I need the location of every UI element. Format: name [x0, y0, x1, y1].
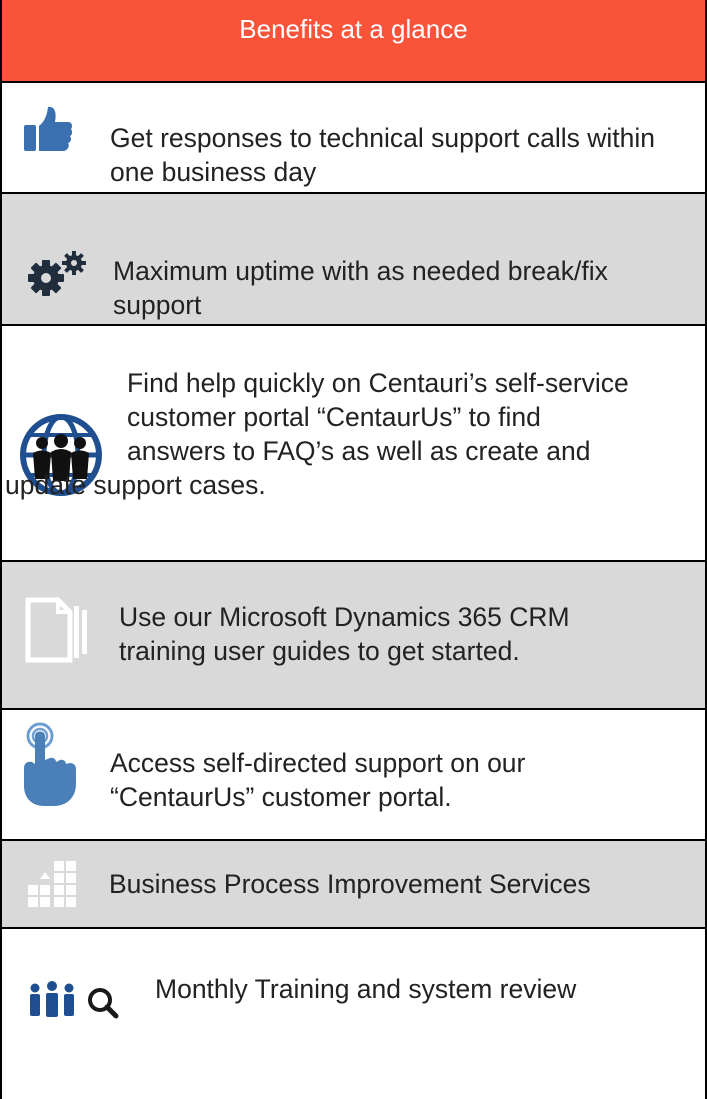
benefit-row-response-time: Get responses to technical support calls… [2, 83, 705, 194]
benefit-text-line: update support cases. [5, 470, 266, 500]
benefit-text-line: Use our Microsoft Dynamics 365 CRM [119, 602, 570, 632]
gears-icon [24, 250, 92, 298]
benefits-table: Benefits at a glance Get responses to te… [0, 0, 707, 1099]
benefit-row-user-guides: Use our Microsoft Dynamics 365 CRM train… [2, 562, 705, 710]
benefit-text-line: Business Process Improvement Services [109, 869, 591, 899]
benefit-text-line: customer portal “CentaurUs” to find [127, 402, 541, 432]
benefit-text-line: answers to FAQ’s as well as create and [127, 436, 591, 466]
documents-icon [24, 596, 92, 664]
benefits-header: Benefits at a glance [2, 0, 705, 83]
benefit-text-line: training user guides to get started. [119, 636, 520, 666]
benefit-row-customer-portal: Find help quickly on Centauri’s self-ser… [2, 326, 705, 562]
benefit-row-self-directed: Access self-directed support on our “Cen… [2, 710, 705, 841]
benefit-text-line: Get responses to technical support calls… [110, 123, 655, 153]
benefit-text-line: Maximum uptime with as needed break/fix [113, 256, 608, 286]
benefit-text-line: Monthly Training and system review [155, 974, 577, 1004]
benefit-text-line: one business day [110, 157, 317, 187]
people-search-icon [28, 979, 124, 1019]
benefit-row-process-improvement: Business Process Improvement Services [2, 841, 705, 929]
touch-hand-icon [20, 722, 78, 806]
benefit-text-line: Find help quickly on Centauri’s self-ser… [127, 368, 629, 398]
benefit-row-uptime: Maximum uptime with as needed break/fix … [2, 194, 705, 326]
benefit-text-line: “CentaurUs” customer portal. [110, 782, 452, 812]
benefit-text-line: support [113, 290, 202, 320]
thumbs-up-icon [22, 105, 74, 153]
benefit-text-line: Access self-directed support on our [110, 748, 526, 778]
benefits-title: Benefits at a glance [239, 14, 468, 44]
benefit-row-monthly-training: Monthly Training and system review [2, 929, 705, 1099]
growth-blocks-icon [26, 859, 78, 909]
